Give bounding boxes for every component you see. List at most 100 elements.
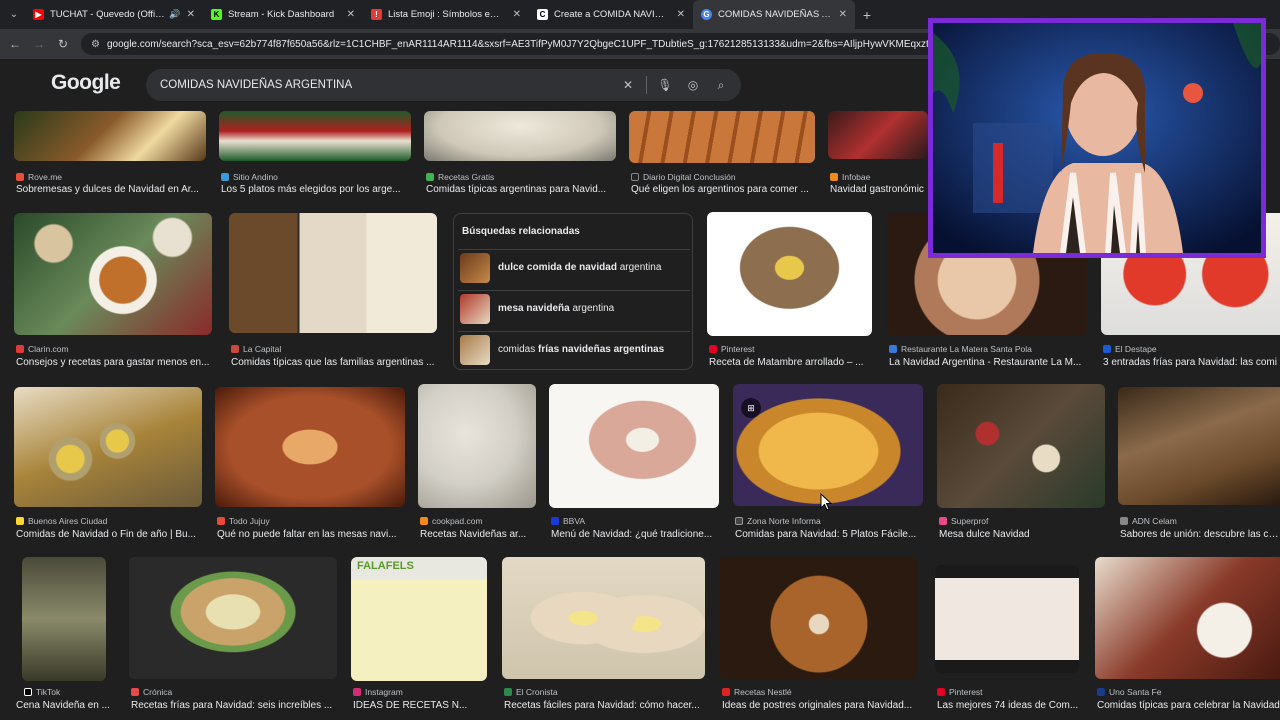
image-result[interactable]: FALAFELS Instagram IDEAS DE RECETAS N... xyxy=(351,557,487,717)
result-caption[interactable]: Las mejores 74 ideas de Com... xyxy=(937,700,1079,711)
result-thumbnail[interactable]: FALAFELS xyxy=(351,557,487,681)
related-search-item[interactable]: mesa navideña argentina xyxy=(458,290,690,326)
voice-search-icon[interactable]: 🎙 xyxy=(651,78,679,92)
related-search-item[interactable]: comidas frías navideñas argentinas xyxy=(458,331,690,367)
result-caption[interactable]: Recetas fáciles para Navidad: cómo hacer… xyxy=(504,700,705,711)
clear-icon[interactable]: ✕ xyxy=(614,78,642,92)
result-thumbnail[interactable] xyxy=(14,213,212,335)
image-result[interactable]: Pinterest Receta de Matambre arrollado –… xyxy=(707,212,872,372)
reload-icon[interactable]: ↻ xyxy=(51,37,75,51)
lens-icon[interactable]: ◎ xyxy=(679,78,707,92)
result-thumbnail[interactable] xyxy=(229,213,437,333)
result-thumbnail[interactable] xyxy=(720,557,918,679)
result-caption[interactable]: Receta de Matambre arrollado – ... xyxy=(709,357,872,368)
result-caption[interactable]: Recetas frías para Navidad: seis increíb… xyxy=(131,700,337,711)
result-caption[interactable]: Comidas típicas que las familias argenti… xyxy=(231,357,437,368)
result-thumbnail[interactable] xyxy=(707,212,872,336)
image-result[interactable]: BBVA Menú de Navidad: ¿qué tradicione... xyxy=(549,384,719,542)
source-favicon-icon xyxy=(830,173,838,181)
result-thumbnail[interactable] xyxy=(418,384,536,508)
image-result[interactable]: Diario Digital Conclusión Qué eligen los… xyxy=(629,111,815,201)
image-result[interactable]: ⊞ Zona Norte Informa Comidas para Navida… xyxy=(733,384,923,542)
new-tab-icon[interactable]: + xyxy=(855,7,879,23)
image-result[interactable]: La Capital Comidas típicas que las famil… xyxy=(229,213,437,373)
result-thumbnail[interactable] xyxy=(733,384,923,506)
tab-create-comida[interactable]: C Create a COMIDA NAVIDEÑA v ✕ xyxy=(529,0,693,29)
result-caption[interactable]: Recetas Navideñas ar... xyxy=(420,529,536,540)
result-caption[interactable]: Qué eligen los argentinos para comer ... xyxy=(631,184,815,195)
related-searches-title: Búsquedas relacionadas xyxy=(462,226,580,237)
tab-kick-dashboard[interactable]: K Stream - Kick Dashboard ✕ xyxy=(203,0,363,29)
image-result[interactable]: Uno Santa Fe Comidas típicas para celebr… xyxy=(1095,557,1280,717)
result-caption[interactable]: Sabores de unión: descubre las com xyxy=(1120,529,1280,540)
result-caption[interactable]: Navidad gastronómic xyxy=(830,184,930,195)
result-caption[interactable]: La Navidad Argentina - Restaurante La M.… xyxy=(889,357,1087,368)
result-thumbnail[interactable] xyxy=(219,111,411,161)
result-caption[interactable]: IDEAS DE RECETAS N... xyxy=(353,700,487,711)
result-caption[interactable]: Comidas de Navidad o Fin de año | Bu... xyxy=(16,529,202,540)
related-search-item[interactable]: dulce comida de navidad argentina xyxy=(458,249,690,285)
result-thumbnail[interactable] xyxy=(22,557,106,681)
image-result[interactable]: Rove.me Sobremesas y dulces de Navidad e… xyxy=(14,111,206,201)
result-caption[interactable]: Cena Navideña en ... xyxy=(16,700,116,711)
webcam-overlay xyxy=(928,18,1266,258)
result-caption[interactable]: Menú de Navidad: ¿qué tradicione... xyxy=(551,529,719,540)
search-input[interactable]: COMIDAS NAVIDEÑAS ARGENTINA xyxy=(160,79,614,91)
result-caption[interactable]: Comidas típicas argentinas para Navid... xyxy=(426,184,616,195)
close-tab-icon[interactable]: ✕ xyxy=(187,9,195,20)
image-result[interactable]: Todo Jujuy Qué no puede faltar en las me… xyxy=(215,387,405,542)
image-result[interactable]: Sitio Andino Los 5 platos más elegidos p… xyxy=(219,111,411,201)
image-result[interactable]: Pinterest Las mejores 74 ideas de Com... xyxy=(935,557,1079,717)
image-result[interactable]: El Cronista Recetas fáciles para Navidad… xyxy=(502,557,705,717)
image-result[interactable]: Crónica Recetas frías para Navidad: seis… xyxy=(129,557,337,717)
google-logo[interactable]: Google xyxy=(51,71,121,95)
result-caption[interactable]: 3 entradas frías para Navidad: las comi xyxy=(1103,357,1280,368)
source-favicon-icon xyxy=(131,688,139,696)
result-thumbnail[interactable] xyxy=(828,111,928,159)
search-box[interactable]: COMIDAS NAVIDEÑAS ARGENTINA ✕ 🎙 ◎ ⌕ xyxy=(146,69,741,101)
image-result[interactable]: Buenos Aires Ciudad Comidas de Navidad o… xyxy=(14,387,202,542)
result-caption[interactable]: Mesa dulce Navidad xyxy=(939,529,1105,540)
result-thumbnail[interactable] xyxy=(502,557,705,679)
result-caption[interactable]: Ideas de postres originales para Navidad… xyxy=(722,700,918,711)
result-thumbnail[interactable] xyxy=(14,387,202,507)
image-result[interactable]: Clarin.com Consejos y recetas para gasta… xyxy=(14,213,212,373)
result-thumbnail[interactable] xyxy=(215,387,405,507)
result-thumbnail[interactable] xyxy=(14,111,206,161)
result-caption[interactable]: Consejos y recetas para gastar menos en.… xyxy=(16,357,212,368)
result-caption[interactable]: Los 5 platos más elegidos por los arge..… xyxy=(221,184,411,195)
image-result[interactable]: Recetas Nestlé Ideas de postres original… xyxy=(720,557,918,717)
result-caption[interactable]: Comidas típicas para celebrar la Navidad xyxy=(1097,700,1280,711)
image-result[interactable]: TikTok Cena Navideña en ... xyxy=(16,557,110,717)
image-result[interactable]: Recetas Gratis Comidas típicas argentina… xyxy=(424,111,616,201)
result-caption[interactable]: Qué no puede faltar en las mesas navi... xyxy=(217,529,405,540)
result-caption[interactable]: Sobremesas y dulces de Navidad en Ar... xyxy=(16,184,206,195)
tab-comidas-navidenas[interactable]: G COMIDAS NAVIDEÑAS ARGEN ✕ xyxy=(693,0,855,29)
result-thumbnail[interactable] xyxy=(629,111,815,163)
forward-icon[interactable]: → xyxy=(27,37,51,51)
close-tab-icon[interactable]: ✕ xyxy=(677,9,685,20)
tab-tuchat[interactable]: ▶ TUCHAT - Quevedo (Official 🔊 ✕ xyxy=(25,0,203,29)
image-result[interactable]: ADN Celam Sabores de unión: descubre las… xyxy=(1118,387,1280,542)
tab-lista-emoji[interactable]: ! Lista Emoji : Símbolos emoji nat ✕ xyxy=(363,0,529,29)
result-thumbnail[interactable] xyxy=(549,384,719,508)
close-tab-icon[interactable]: ✕ xyxy=(347,9,355,20)
tab-search-icon[interactable]: ⌄ xyxy=(3,4,25,26)
close-tab-icon[interactable]: ✕ xyxy=(513,9,521,20)
source-favicon-icon xyxy=(426,173,434,181)
close-tab-icon[interactable]: ✕ xyxy=(839,9,847,20)
result-thumbnail[interactable] xyxy=(424,111,616,161)
source-favicon-icon xyxy=(722,688,730,696)
site-info-icon[interactable]: ⚙ xyxy=(91,39,100,50)
image-result[interactable]: cookpad.com Recetas Navideñas ar... xyxy=(418,384,536,542)
image-result[interactable]: Superprof Mesa dulce Navidad xyxy=(937,384,1105,542)
result-thumbnail[interactable] xyxy=(1095,557,1280,679)
back-icon[interactable]: ← xyxy=(3,37,27,51)
search-icon[interactable]: ⌕ xyxy=(707,78,735,93)
result-thumbnail[interactable] xyxy=(937,384,1105,508)
result-thumbnail[interactable] xyxy=(935,565,1079,673)
image-result[interactable]: Infobae Navidad gastronómic xyxy=(828,111,928,201)
result-caption[interactable]: Comidas para Navidad: 5 Platos Fácile... xyxy=(735,529,923,540)
result-thumbnail[interactable] xyxy=(129,557,337,679)
result-thumbnail[interactable] xyxy=(1118,387,1280,505)
